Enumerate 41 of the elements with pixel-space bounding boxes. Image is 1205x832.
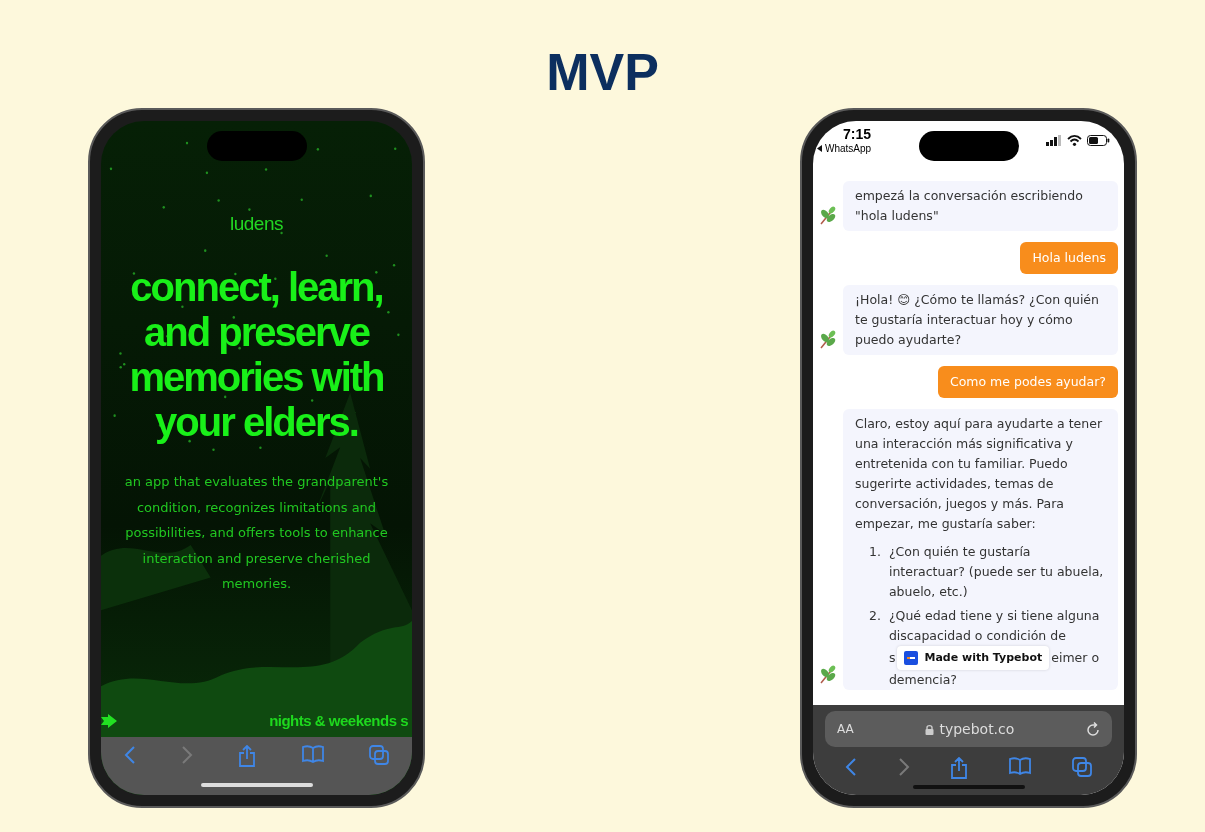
leaf-icon <box>819 205 837 225</box>
share-button[interactable] <box>238 745 257 767</box>
footer-text: nights & weekends s <box>269 712 408 729</box>
slide-title: MVP <box>546 42 659 102</box>
arrow-logo-icon <box>101 713 117 728</box>
description: an app that evaluates the grandparent's condition, recognizes limitations and possibilities, and offers tools to enhance interaction and preserve cherished memories. <box>123 473 390 593</box>
bot-message: empezá la conversación escribiendo "hola ludens" <box>843 181 1118 231</box>
leaf-icon <box>819 664 837 684</box>
user-message: Como me podes ayudar? <box>937 366 1118 398</box>
signal-icon <box>1046 134 1062 146</box>
typebot-logo-icon <box>904 651 919 665</box>
brand-name: ludens <box>230 213 283 235</box>
back-button[interactable] <box>123 745 136 765</box>
headline: connect, learn, and preserve memories with your elders. <box>128 265 385 445</box>
list-number: 1. <box>869 543 881 561</box>
text-size-button[interactable]: AA <box>837 722 854 736</box>
tabs-button[interactable] <box>369 745 390 765</box>
lock-icon <box>925 723 935 735</box>
bookmarks-button[interactable] <box>1009 757 1032 775</box>
user-message: Hola ludens <box>1020 242 1118 274</box>
address-bar[interactable]: AA typebot.co <box>825 711 1112 747</box>
message-paragraph: Claro, estoy aquí para ayudarte a tener una interacción más significativa y entretenida con tu familiar. Puedo sugerirte actividades, temas de conversación, juegos y más. Para empezar, me gustaría saber: <box>855 415 1104 533</box>
partial-text: s <box>888 649 896 667</box>
back-triangle-icon <box>817 145 822 152</box>
reload-icon[interactable] <box>1086 721 1100 737</box>
back-to-app-link[interactable]: WhatsApp <box>825 143 872 154</box>
url-text: typebot.co <box>939 721 1015 737</box>
status-time: 7:15 <box>843 125 872 143</box>
share-button[interactable] <box>950 757 969 779</box>
wifi-icon <box>1067 134 1082 146</box>
tabs-button[interactable] <box>1071 757 1092 777</box>
bookmarks-button[interactable] <box>301 745 324 763</box>
made-with-typebot-badge[interactable]: Made with Typebot <box>897 646 1050 670</box>
back-button[interactable] <box>845 757 858 777</box>
list-number: 2. <box>869 607 881 625</box>
partial-text: demencia? <box>888 671 958 689</box>
bot-message: ¡Hola! 😊 ¿Cómo te llamás? ¿Con quién te gustaría interactuar hoy y cómo puedo ayudarte? <box>843 285 1118 355</box>
battery-icon <box>1087 134 1110 146</box>
partial-text: eimer o <box>1051 649 1100 667</box>
leaf-icon <box>819 329 837 349</box>
list-item-text: ¿Con quién te gustaría interactuar? (puede ser tu abuela, abuelo, etc.) <box>888 543 1105 601</box>
